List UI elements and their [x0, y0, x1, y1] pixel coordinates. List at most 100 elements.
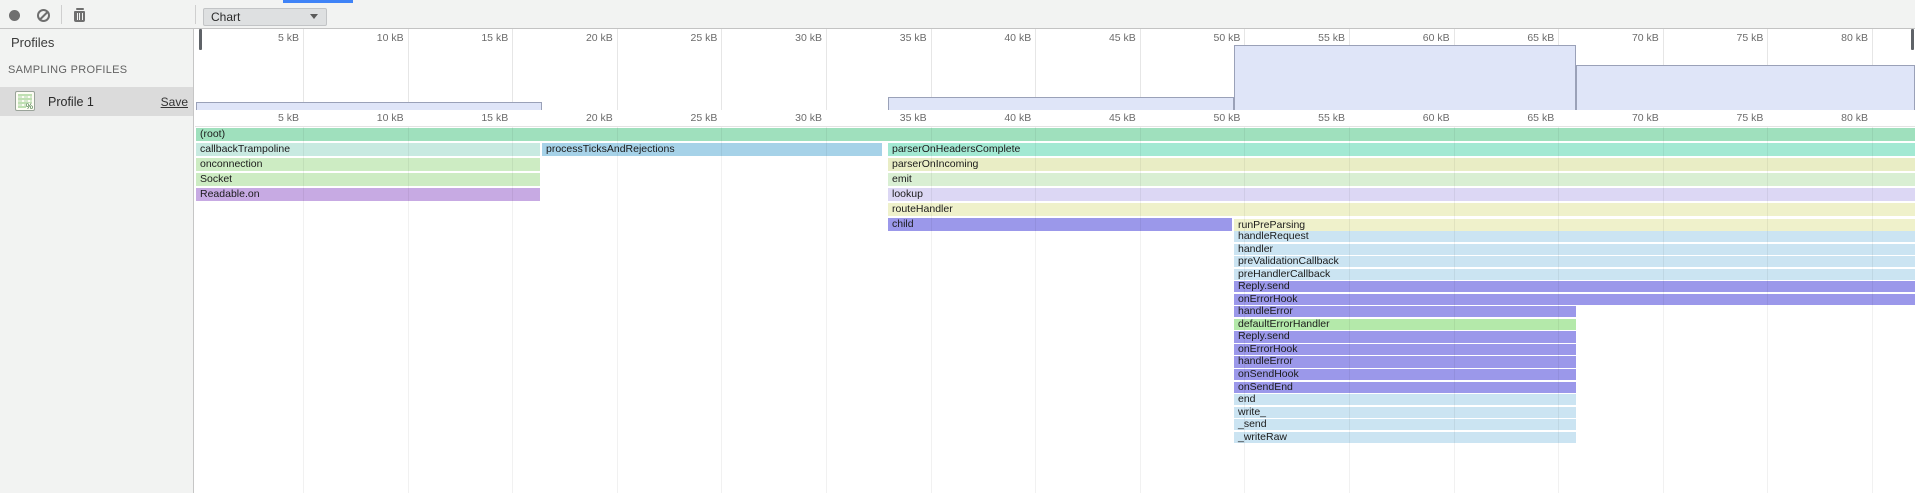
gridline: [617, 127, 618, 493]
flame-bar[interactable]: handler: [1234, 244, 1915, 255]
flame-bar[interactable]: handleError: [1234, 356, 1576, 367]
ruler-tick-label: 20 kB: [586, 112, 613, 124]
flame-bar[interactable]: onErrorHook: [1234, 344, 1576, 355]
ruler-tick-label: 50 kB: [1214, 32, 1241, 44]
profile-name: Profile 1: [48, 95, 94, 109]
flame-bar[interactable]: child: [888, 218, 1232, 231]
gridline: [1244, 127, 1245, 493]
ruler-tick-label: 75 kB: [1737, 32, 1764, 44]
ruler-tick-label: 65 kB: [1527, 32, 1554, 44]
overview-pane[interactable]: 5 kB10 kB15 kB20 kB25 kB30 kB35 kB40 kB4…: [195, 29, 1915, 110]
gridline: [1140, 127, 1141, 493]
save-link[interactable]: Save: [161, 95, 188, 109]
ruler-tick-label: 40 kB: [1004, 112, 1031, 124]
flame-bar[interactable]: Readable.on: [196, 188, 540, 201]
gridline: [512, 29, 513, 110]
flame-bar[interactable]: routeHandler: [888, 203, 1915, 216]
ruler-tick-label: 55 kB: [1318, 112, 1345, 124]
ruler-tick-label: 15 kB: [481, 32, 508, 44]
gridline: [408, 29, 409, 110]
ruler-tick-label: 35 kB: [900, 112, 927, 124]
flame-bar[interactable]: emit: [888, 173, 1915, 186]
flame-bar[interactable]: parserOnHeadersComplete: [888, 143, 1915, 156]
ruler-tick-label: 25 kB: [691, 32, 718, 44]
ruler-tick-label: 55 kB: [1318, 32, 1345, 44]
flame-bar[interactable]: callbackTrampoline: [196, 143, 540, 156]
sidebar: Profiles SAMPLING PROFILES % Profile 1 S…: [0, 29, 194, 493]
flame-bar[interactable]: _writeRaw: [1234, 432, 1576, 443]
gridline: [1349, 127, 1350, 493]
flame-bar[interactable]: handleError: [1234, 306, 1576, 317]
clear-icon[interactable]: [37, 9, 50, 22]
gridline: [1035, 127, 1036, 493]
flame-bar[interactable]: write_: [1234, 407, 1576, 418]
ruler-tick-label: 45 kB: [1109, 32, 1136, 44]
ruler-tick-label: 60 kB: [1423, 32, 1450, 44]
flame-bar[interactable]: parserOnIncoming: [888, 158, 1915, 171]
gridline: [1663, 127, 1664, 493]
ruler-tick-label: 30 kB: [795, 32, 822, 44]
flame-bar[interactable]: runPreParsing: [1234, 219, 1915, 231]
flame-bar[interactable]: handleRequest: [1234, 231, 1915, 242]
gridline: [1558, 127, 1559, 493]
toolbar-divider: [61, 5, 62, 24]
flame-bar[interactable]: preHandlerCallback: [1234, 269, 1915, 280]
flame-bar[interactable]: lookup: [888, 188, 1915, 201]
trash-icon[interactable]: [73, 8, 86, 23]
flame-bar[interactable]: Socket: [196, 173, 540, 186]
record-icon[interactable]: [9, 10, 20, 21]
toolbar-divider: [195, 5, 196, 24]
memory-overview-segment-3[interactable]: [1234, 45, 1576, 110]
flame-bar[interactable]: processTicksAndRejections: [542, 143, 882, 156]
gridline: [617, 29, 618, 110]
flame-chart[interactable]: (root) callbackTrampolineprocessTicksAndR…: [195, 127, 1915, 493]
ruler-tick-label: 60 kB: [1423, 112, 1450, 124]
toolbar: Chart: [0, 0, 1915, 29]
view-mode-select[interactable]: Chart: [203, 8, 327, 26]
ruler-tick-label: 80 kB: [1841, 112, 1868, 124]
gridline: [303, 29, 304, 110]
active-tab-indicator: [283, 0, 353, 3]
flame-bar[interactable]: _send: [1234, 419, 1576, 430]
flame-ruler: 5 kB10 kB15 kB20 kB25 kB30 kB35 kB40 kB4…: [195, 110, 1915, 127]
flame-bar[interactable]: Reply.send: [1234, 331, 1576, 342]
heap-profiler-panel: Chart Profiles SAMPLING PROFILES % Profi…: [0, 0, 1915, 493]
overview-left-handle[interactable]: [199, 29, 202, 50]
gridline: [512, 127, 513, 493]
flame-bar[interactable]: (root): [196, 128, 1915, 141]
memory-overview-segment-4[interactable]: [1576, 65, 1915, 110]
ruler-tick-label: 10 kB: [377, 32, 404, 44]
memory-overview-segment-1[interactable]: [196, 102, 542, 111]
gridline: [721, 29, 722, 110]
sampling-profiles-heading: SAMPLING PROFILES: [8, 64, 127, 76]
gridline: [1454, 127, 1455, 493]
flame-bar[interactable]: onSendEnd: [1234, 382, 1576, 393]
chevron-down-icon: [310, 14, 318, 19]
flame-bar[interactable]: onconnection: [196, 158, 540, 171]
sidebar-item-profile-1[interactable]: % Profile 1 Save: [0, 87, 193, 116]
flame-bar[interactable]: end: [1234, 394, 1576, 405]
flame-bar[interactable]: onErrorHook: [1234, 294, 1915, 305]
profile-icon: %: [15, 91, 35, 111]
ruler-tick-label: 5 kB: [278, 112, 299, 124]
memory-overview-segment-2[interactable]: [888, 97, 1234, 111]
ruler-tick-label: 40 kB: [1004, 32, 1031, 44]
flame-bar[interactable]: Reply.send: [1234, 281, 1915, 292]
ruler-tick-label: 80 kB: [1841, 32, 1868, 44]
flame-bar[interactable]: onSendHook: [1234, 369, 1576, 380]
gridline: [303, 127, 304, 493]
ruler-tick-label: 15 kB: [481, 112, 508, 124]
view-mode-value: Chart: [211, 10, 240, 24]
gridline: [826, 29, 827, 110]
ruler-tick-label: 50 kB: [1214, 112, 1241, 124]
flame-bar[interactable]: preValidationCallback: [1234, 256, 1915, 267]
gridline: [721, 127, 722, 493]
ruler-tick-label: 20 kB: [586, 32, 613, 44]
gridline: [1872, 127, 1873, 493]
overview-right-handle[interactable]: [1911, 29, 1914, 50]
ruler-tick-label: 45 kB: [1109, 112, 1136, 124]
gridline: [1767, 127, 1768, 493]
ruler-tick-label: 70 kB: [1632, 112, 1659, 124]
flame-bar[interactable]: defaultErrorHandler: [1234, 319, 1576, 330]
sidebar-title: Profiles: [11, 35, 54, 50]
